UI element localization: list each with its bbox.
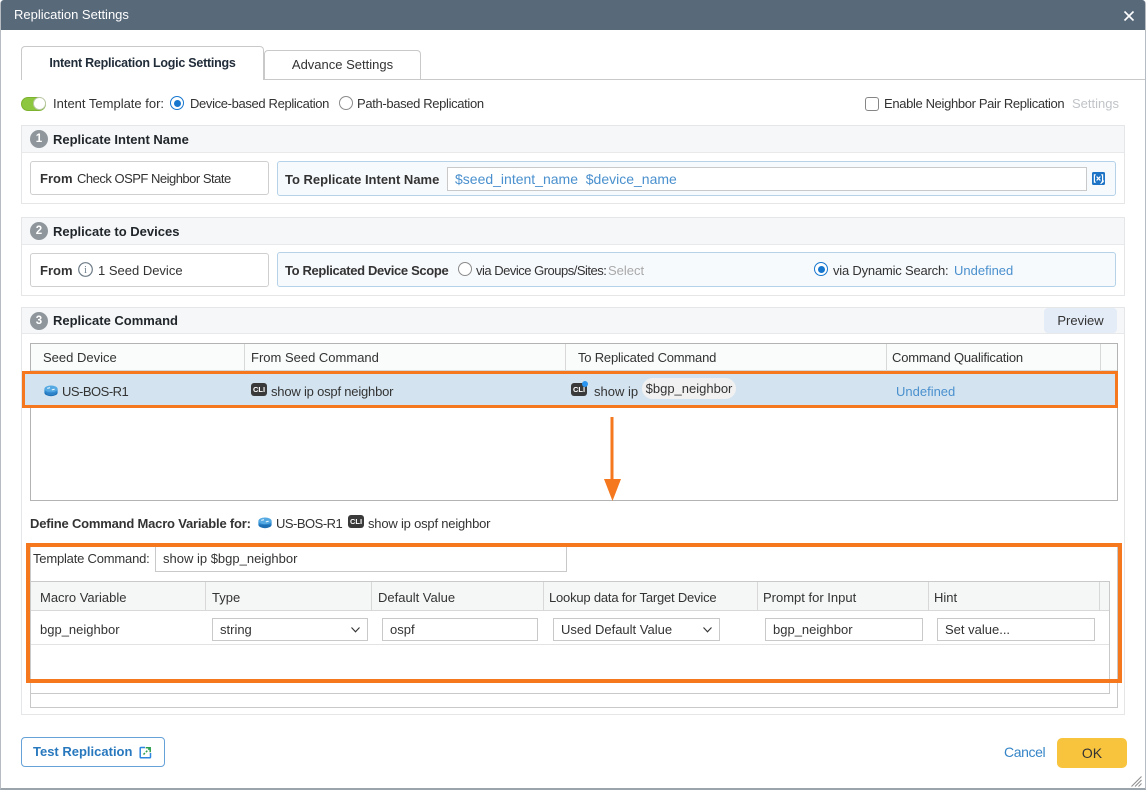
svg-text:i: i — [84, 265, 87, 276]
